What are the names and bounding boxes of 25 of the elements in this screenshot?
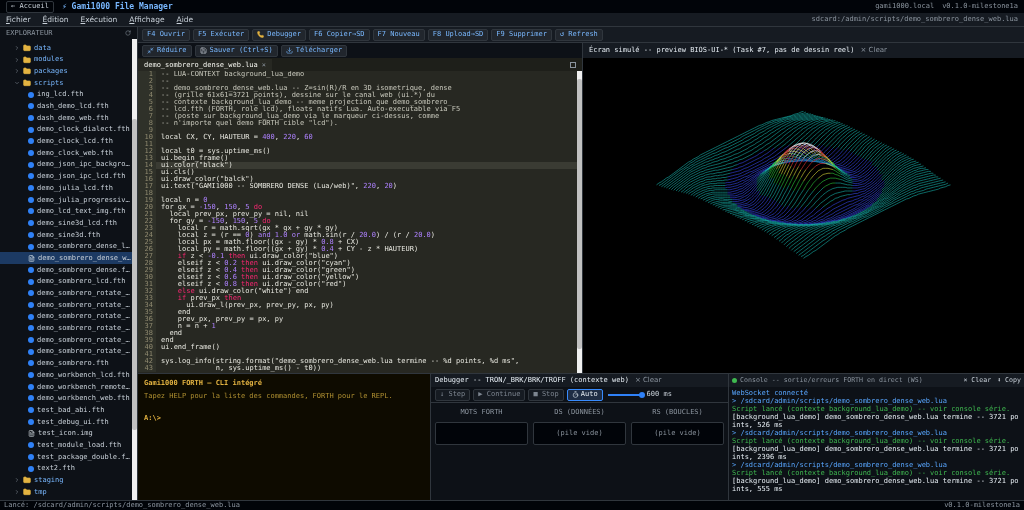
folder-icon [23,55,31,64]
folder-icon [23,78,31,87]
folder-icon [23,476,31,485]
folder-icon [23,43,31,52]
download-icon [285,47,293,54]
app-title: ⚡ Gami1000 File Manager [61,0,173,13]
chevron-icon[interactable] [14,79,20,86]
timer-icon [571,391,579,398]
scrollbar[interactable] [132,39,137,500]
document-icon [28,430,35,438]
fullscreen-icon[interactable] [570,62,576,68]
document-icon [28,254,35,262]
minimize-icon [147,47,154,54]
editor-scrollbar[interactable] [577,71,582,373]
chevron-icon[interactable] [14,477,20,484]
chevron-icon[interactable] [14,488,20,495]
save-icon [199,47,207,54]
folder-icon [23,487,31,496]
chevron-icon[interactable] [14,68,20,75]
chevron-icon[interactable] [14,56,20,63]
speed-slider[interactable] [607,391,644,398]
chevron-icon[interactable] [14,44,20,51]
refresh-icon[interactable] [125,30,131,36]
phone-icon [257,31,265,38]
folder-icon [23,67,31,76]
